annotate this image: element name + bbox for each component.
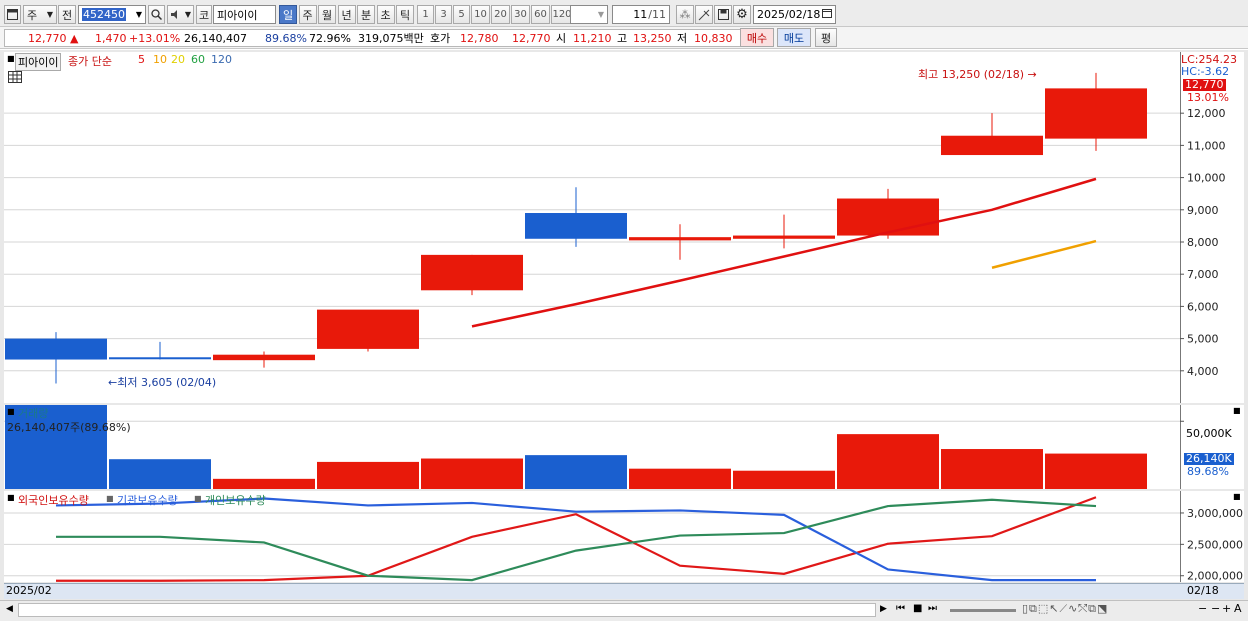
- holdings-legend-individual: 개인보유수량: [205, 494, 266, 507]
- volume-info: 26,140,407주(89.68%): [7, 421, 131, 434]
- candle-body: [5, 338, 107, 360]
- price-axis-label: 5,000: [1187, 333, 1219, 346]
- volume-bar: [525, 455, 627, 489]
- max-annotation: 최고 13,250 (02/18) →: [918, 68, 1037, 81]
- panel-menu-icon[interactable]: ■: [7, 407, 15, 416]
- volume-tick: 50,000K: [1186, 427, 1232, 440]
- ma-legend-60: 60: [191, 53, 205, 66]
- date-start: 2025/02: [6, 584, 52, 597]
- volume-bar: [317, 461, 419, 489]
- holdings-axis-label: 2,000,000: [1187, 570, 1243, 583]
- price-axis-label: 12,000: [1187, 107, 1226, 120]
- holdings-legend-foreign: 외국인보유수량: [18, 494, 89, 507]
- right-arrow-icon: →: [1024, 68, 1037, 81]
- candle-body: [213, 354, 315, 361]
- volume-bar: [941, 449, 1043, 489]
- candle-body: [421, 254, 523, 291]
- panel-menu-icon[interactable]: ■: [7, 54, 15, 63]
- volume-bar: [837, 434, 939, 489]
- candle-body: [317, 309, 419, 349]
- panel-menu-icon[interactable]: ■: [7, 493, 15, 502]
- volume-last-badge: 26,140K: [1184, 452, 1234, 465]
- legend-bullet-icon: ■: [106, 494, 114, 503]
- price-axis-label: 7,000: [1187, 268, 1219, 281]
- price-axis-label: 9,000: [1187, 204, 1219, 217]
- volume-bar: [213, 478, 315, 489]
- date-axis: [4, 583, 1244, 599]
- candle-body: [629, 237, 731, 241]
- ma5-line: [471, 177, 1097, 328]
- close-icon[interactable]: ■: [1233, 492, 1241, 501]
- volume-bar: [421, 458, 523, 489]
- price-axis-label: 10,000: [1187, 172, 1226, 185]
- chart-canvas[interactable]: 4,000 5,000 6,000 7,000 8,000 9,000 10,000 11,0…: [0, 0, 1248, 621]
- candle-body: [109, 357, 211, 360]
- volume-bar: [629, 468, 731, 489]
- holdings-axis-label: 3,000,000: [1187, 507, 1243, 520]
- candle-body: [837, 198, 939, 236]
- zoom-out-icon[interactable]: −: [1198, 602, 1207, 615]
- volume-bar: [109, 459, 211, 489]
- ma-legend-20: 20: [171, 53, 185, 66]
- stock-name-tag: 피아이이: [15, 53, 62, 71]
- last-pct-label: 13.01%: [1187, 91, 1229, 104]
- price-axis-label: 6,000: [1187, 300, 1219, 313]
- font-size-icon[interactable]: A: [1234, 602, 1242, 615]
- scroll-right-icon[interactable]: ▶: [880, 604, 887, 614]
- legend-bullet-icon: ■: [194, 494, 202, 503]
- forward-icon[interactable]: ⏭: [928, 603, 937, 614]
- data-table-icon[interactable]: [8, 71, 22, 86]
- stop-icon[interactable]: ■: [913, 603, 922, 614]
- price-axis-label: 11,000: [1187, 139, 1226, 152]
- ma-legend-5: 5: [138, 53, 145, 66]
- ma-legend-10: 10: [153, 53, 167, 66]
- ma-legend-120: 120: [211, 53, 232, 66]
- holdings-axis-label: 2,500,000: [1187, 538, 1243, 551]
- minus-icon[interactable]: −: [1211, 602, 1220, 615]
- zoom-slider[interactable]: [950, 609, 1016, 612]
- candle-body: [525, 213, 627, 239]
- drawing-tools-icon[interactable]: ▯⧉⬚↖⟋∿⤲⧉⬔: [1022, 602, 1108, 616]
- volume-bar: [1045, 453, 1147, 489]
- volume-bar: [733, 470, 835, 489]
- ma10-line: [991, 239, 1097, 269]
- left-arrow-icon: ←: [108, 376, 118, 389]
- candle-body: [941, 135, 1043, 156]
- zoom-in-icon[interactable]: +: [1222, 602, 1231, 615]
- scroll-left-icon[interactable]: ◀: [6, 604, 13, 614]
- close-icon[interactable]: ■: [1233, 406, 1241, 415]
- rewind-icon[interactable]: ⏮: [896, 603, 905, 614]
- holdings-legend-institution: 기관보유수량: [117, 494, 178, 507]
- price-axis-label: 4,000: [1187, 365, 1219, 378]
- last-price-badge: 12,770: [1183, 78, 1226, 91]
- scroll-track[interactable]: [18, 603, 876, 617]
- volume-last-pct: 89.68%: [1187, 465, 1229, 478]
- min-annotation: ←최저 3,605 (02/04): [108, 376, 217, 389]
- candle-body: [733, 235, 835, 239]
- price-axis-label: 8,000: [1187, 236, 1219, 249]
- hc-label: HC:-3.62: [1181, 65, 1230, 78]
- candle-body: [1045, 88, 1147, 139]
- ma-legend-prefix: 종가 단순: [68, 55, 112, 68]
- date-end: 02/18: [1187, 584, 1219, 597]
